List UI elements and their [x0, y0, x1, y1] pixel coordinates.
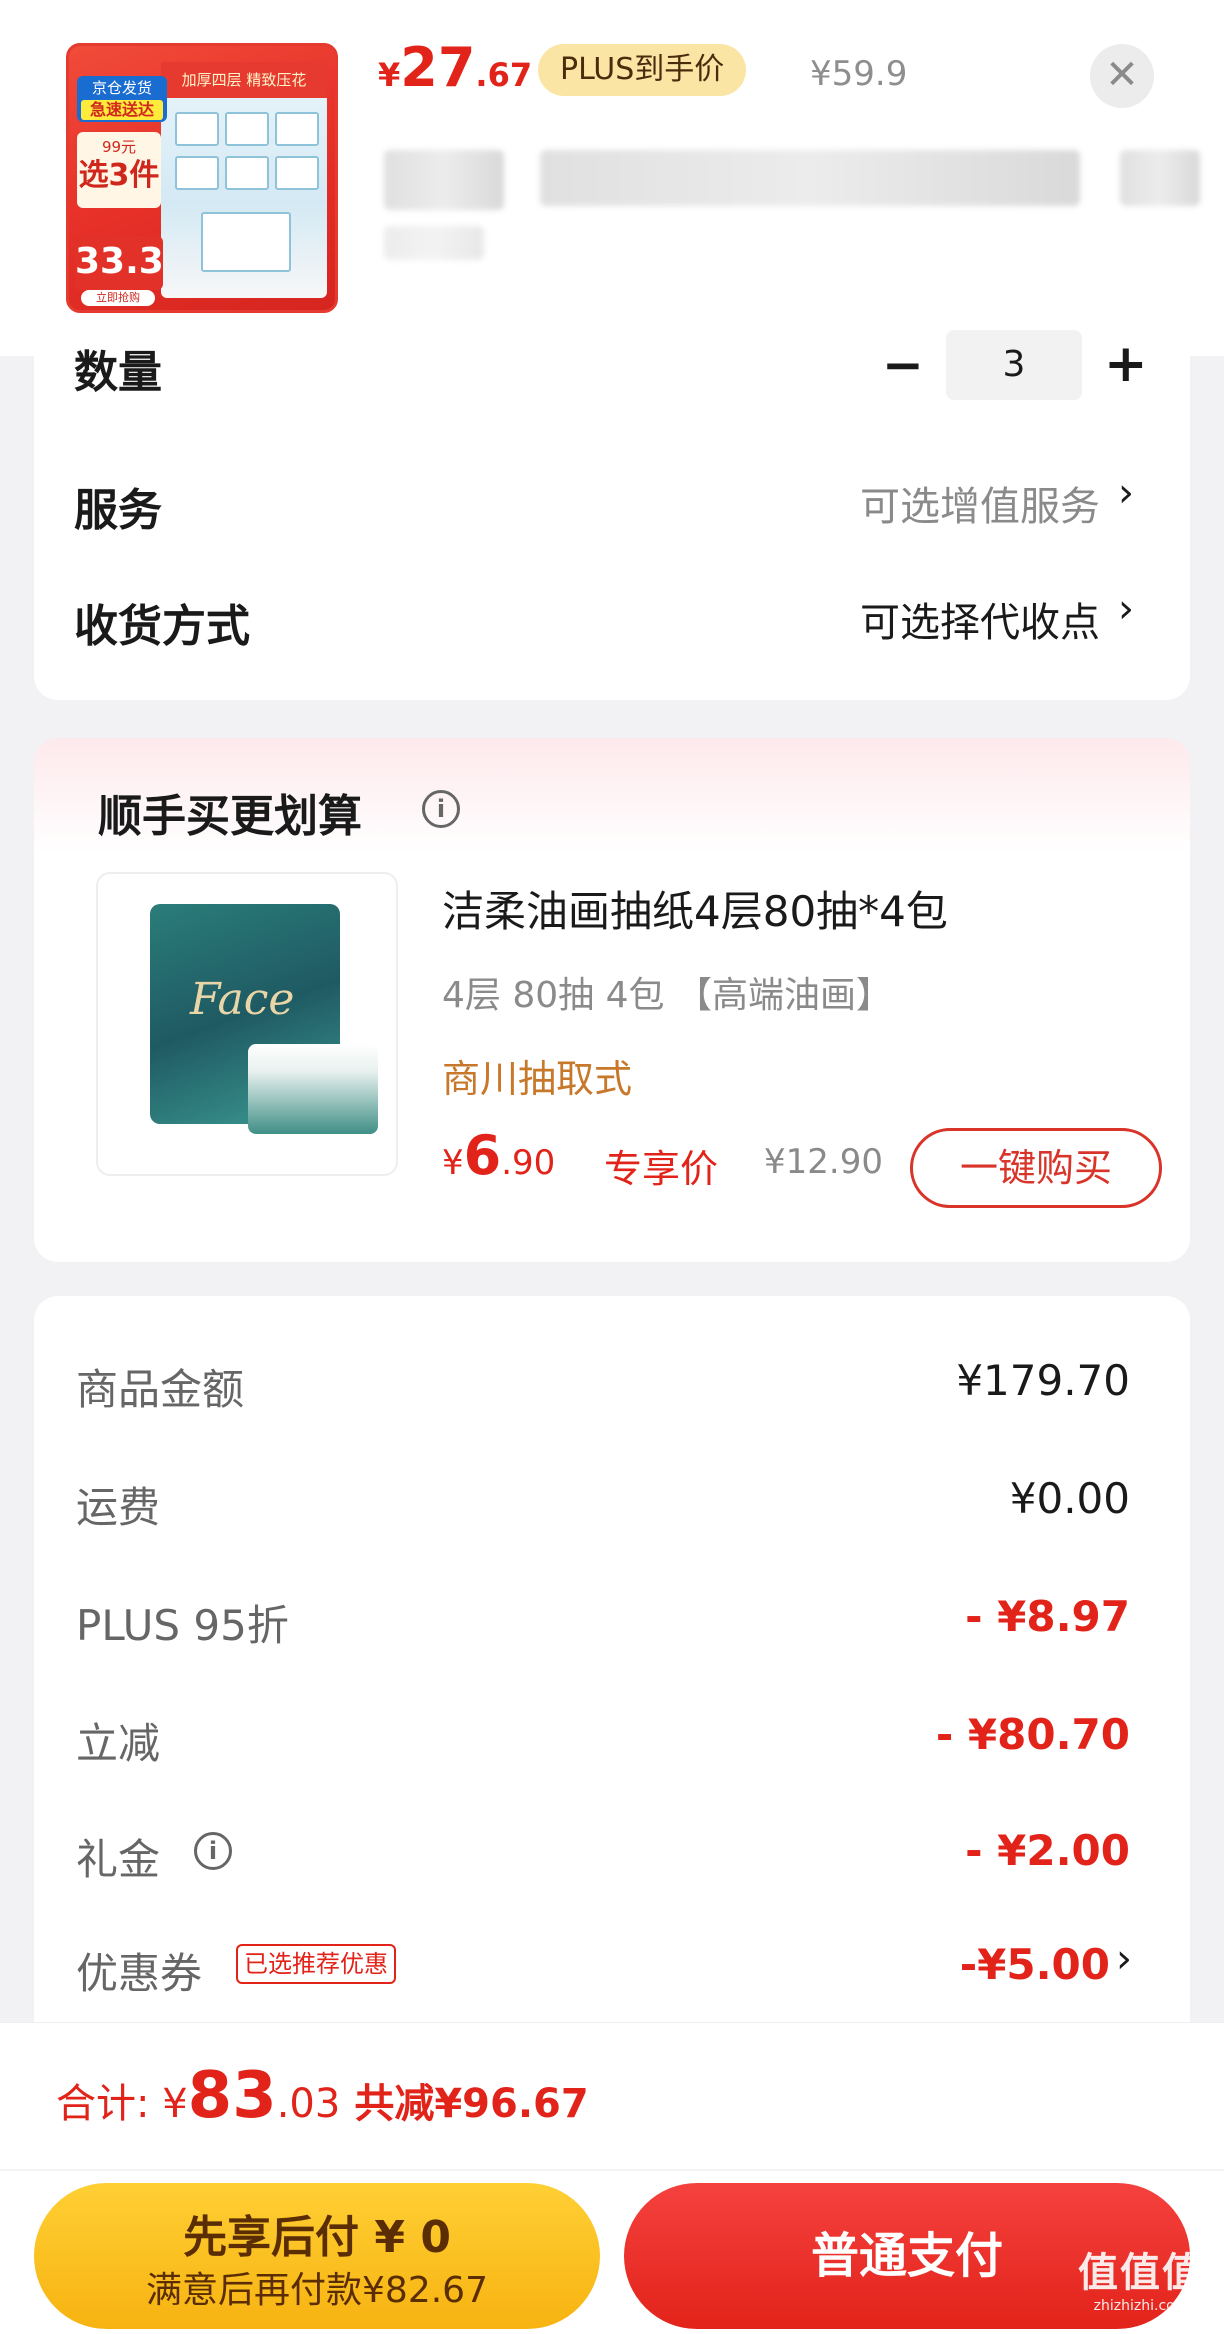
- delivery-label: 收货方式: [74, 601, 250, 652]
- original-price: ¥59.9: [810, 54, 908, 94]
- service-label: 服务: [74, 485, 162, 536]
- service-value: 可选增值服务: [860, 484, 1100, 530]
- blurred-spec-option[interactable]: [540, 150, 1080, 206]
- recommended-coupon-badge: 已选推荐优惠: [236, 1944, 396, 1984]
- exclusive-price-label: 专享价: [604, 1147, 719, 1191]
- blurred-spec-option[interactable]: [384, 226, 484, 260]
- bundle-offer: 99元 选3件: [77, 132, 161, 208]
- fee-label-coupon: 优惠券: [76, 1949, 203, 1998]
- tissue-pack-graphic: [275, 112, 319, 146]
- delivery-value: 可选择代收点: [860, 600, 1100, 646]
- watermark-logo-text: 值值值: [1078, 2250, 1204, 2296]
- fee-value-coupon: -¥5.00: [959, 1940, 1110, 1989]
- fee-label-gift-credit: 礼金: [76, 1835, 161, 1884]
- price-dec: .90: [501, 1143, 556, 1183]
- info-icon[interactable]: i: [194, 1832, 232, 1870]
- price-int: 6: [463, 1124, 502, 1187]
- offer-top: 99元: [101, 138, 137, 156]
- watermark-url: zhizhizhi.com: [1093, 2298, 1189, 2314]
- tissue-pack-graphic: [275, 156, 319, 190]
- fee-value-instant-discount: - ¥80.70: [935, 1710, 1130, 1759]
- thumb-buy-button: 立即抢购: [81, 290, 155, 306]
- product-header: 加厚四层 精致压花 京仓发货 急速送达 99元 选3件 33.3 立即抢购 ¥2…: [0, 0, 1224, 356]
- blurred-spec-option[interactable]: [1120, 150, 1200, 206]
- price-symbol: ¥: [378, 56, 401, 94]
- price-symbol: ¥: [442, 1143, 464, 1183]
- price-breakdown-card: 商品金额 ¥179.70 运费 ¥0.00 PLUS 95折 - ¥8.97 立…: [34, 1296, 1190, 2036]
- divider: [0, 2169, 1224, 2171]
- pay-later-title: 先享后付 ¥ 0: [183, 2212, 451, 2263]
- delivery-badge-line2: 急速送达: [81, 100, 163, 120]
- quantity-label: 数量: [74, 347, 162, 398]
- tissue-pack-graphic: [225, 112, 269, 146]
- price-dec: .67: [475, 56, 533, 94]
- fee-value-gift-credit: - ¥2.00: [965, 1826, 1130, 1875]
- quantity-input[interactable]: 3: [946, 330, 1082, 400]
- thumb-banner: 加厚四层 精致压花: [161, 62, 327, 298]
- tissue-pack-graphic: [175, 156, 219, 190]
- fee-value-subtotal: ¥179.70: [956, 1356, 1130, 1405]
- bundle-card: 顺手买更划算 i Face 洁柔油画抽纸4层80抽*4包 4层 80抽 4包 【…: [34, 738, 1190, 1262]
- quantity-decrement-button[interactable]: −: [882, 336, 924, 394]
- pay-later-subtitle: 满意后再付款¥82.67: [146, 2270, 488, 2311]
- one-click-buy-button[interactable]: 一键购买: [910, 1128, 1162, 1208]
- chevron-right-icon: ›: [1118, 586, 1134, 632]
- bundle-product-spec: 4层 80抽 4包 【高端油画】: [442, 975, 892, 1016]
- site-watermark: 值值值 zhizhizhi.com: [1066, 2250, 1216, 2330]
- fee-label-subtotal: 商品金额: [76, 1365, 245, 1414]
- tissue-box-graphic: [248, 1044, 378, 1134]
- fee-label-plus-discount: PLUS 95折: [76, 1601, 289, 1650]
- fee-value-plus-discount: - ¥8.97: [965, 1592, 1130, 1641]
- total-dec: .03: [276, 2081, 341, 2127]
- order-total: 合计: ¥83.03 共减¥96.67: [56, 2059, 589, 2133]
- bundle-product-name[interactable]: 洁柔油画抽纸4层80抽*4包: [442, 878, 948, 939]
- close-button[interactable]: ✕: [1090, 44, 1154, 108]
- blurred-spec-option[interactable]: [384, 150, 504, 210]
- total-savings: 共减¥96.67: [354, 2081, 589, 2127]
- bundle-product-price: ¥6.90: [442, 1124, 555, 1187]
- package-brand-text: Face: [190, 974, 295, 1025]
- total-label: 合计:: [56, 2081, 163, 2127]
- total-symbol: ¥: [162, 2081, 188, 2127]
- quantity-increment-button[interactable]: +: [1104, 334, 1148, 394]
- plus-price: ¥27.67: [378, 36, 532, 99]
- chevron-right-icon: ›: [1118, 470, 1134, 516]
- delivery-badge: 京仓发货 急速送达: [77, 76, 167, 122]
- bundle-product-brand: 商川抽取式: [442, 1057, 633, 1101]
- offer-main: 选3件: [78, 158, 160, 193]
- plus-price-tag: PLUS到手价: [538, 44, 747, 96]
- chevron-right-icon: ›: [1116, 1936, 1132, 1982]
- pay-later-button[interactable]: 先享后付 ¥ 0 满意后再付款¥82.67: [34, 2183, 600, 2329]
- bundle-original-price: ¥12.90: [764, 1142, 883, 1182]
- tissue-pack-graphic: [175, 112, 219, 146]
- tissue-box-graphic: [201, 212, 291, 272]
- thumb-banner-text: 加厚四层 精致压花: [161, 62, 327, 98]
- total-int: 83: [187, 2059, 277, 2133]
- price-int: 27: [400, 36, 476, 99]
- checkout-bar: 合计: ¥83.03 共减¥96.67 先享后付 ¥ 0 满意后再付款¥82.67…: [0, 2022, 1224, 2334]
- info-icon[interactable]: i: [422, 790, 460, 828]
- fee-value-shipping: ¥0.00: [1009, 1474, 1130, 1523]
- fee-label-instant-discount: 立减: [76, 1719, 161, 1768]
- tissue-pack-graphic: [225, 156, 269, 190]
- fee-label-shipping: 运费: [76, 1483, 161, 1532]
- product-thumbnail[interactable]: 加厚四层 精致压花 京仓发货 急速送达 99元 选3件 33.3 立即抢购: [66, 43, 338, 313]
- bundle-title: 顺手买更划算: [98, 791, 362, 842]
- delivery-badge-line1: 京仓发货: [91, 79, 152, 97]
- bundle-product-image[interactable]: Face: [96, 872, 398, 1176]
- thumb-price: 33.3: [75, 236, 164, 290]
